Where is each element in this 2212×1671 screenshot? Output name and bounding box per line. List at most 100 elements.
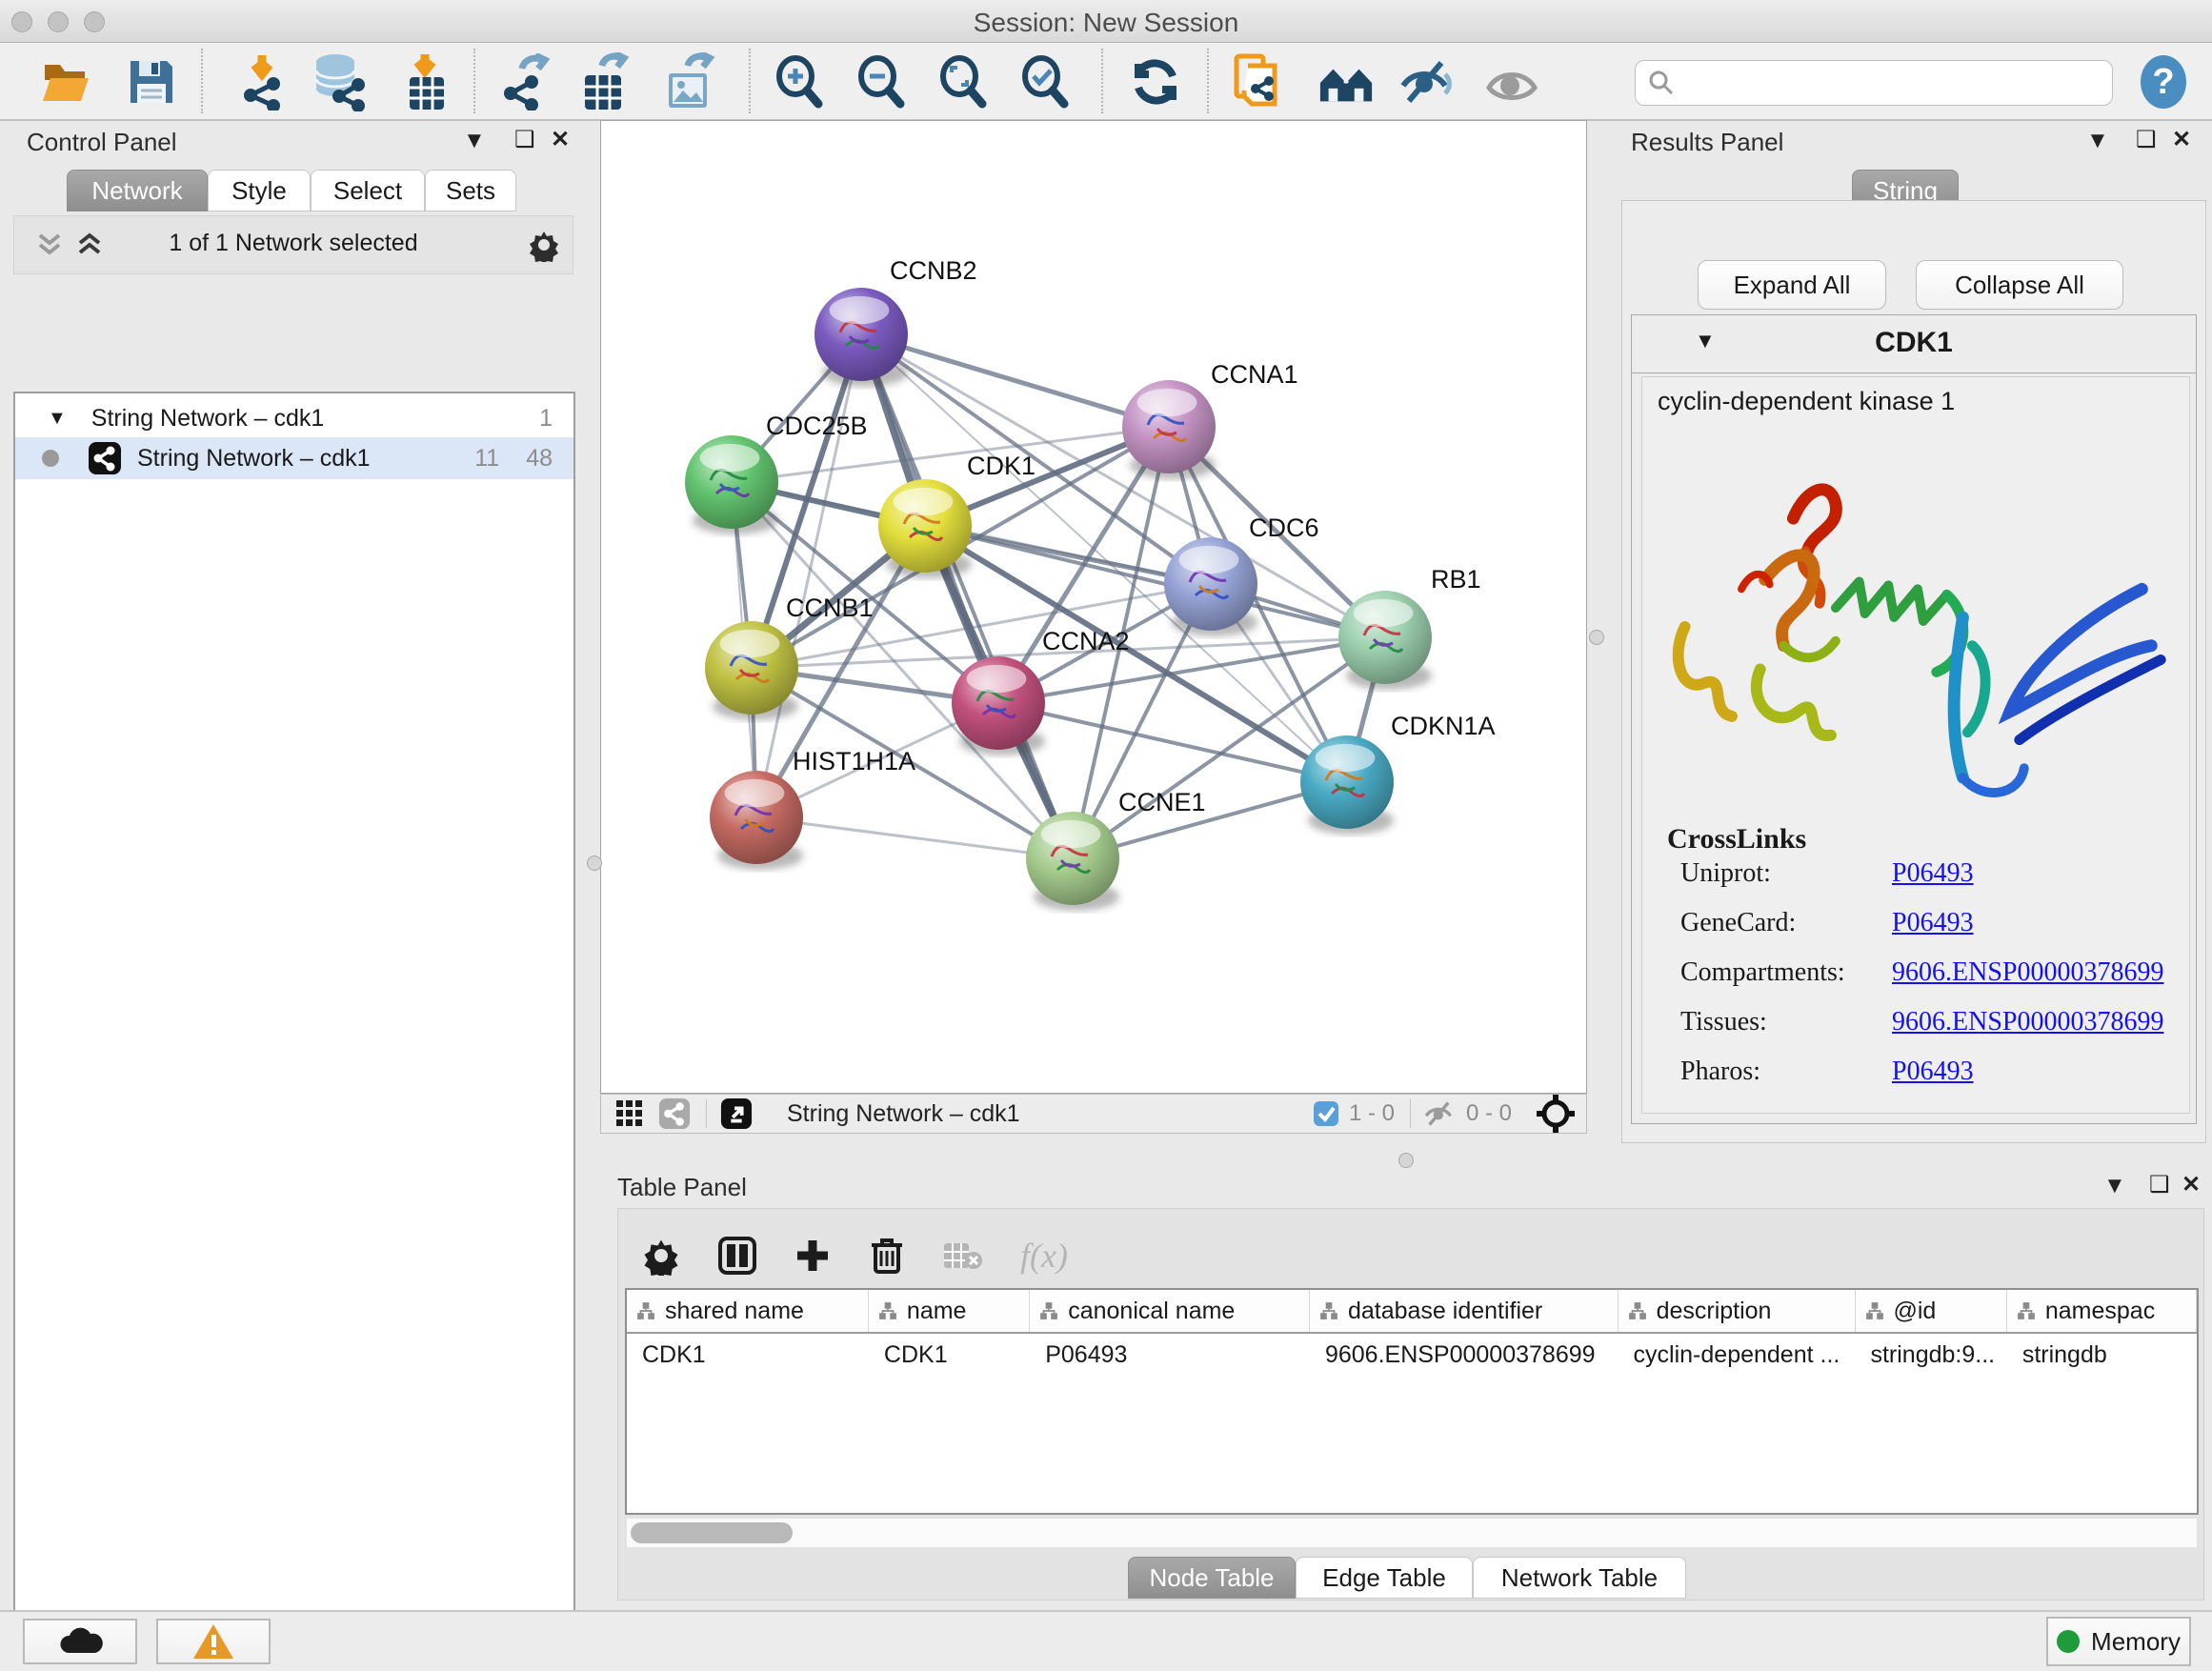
tab-style[interactable]: Style [208, 170, 311, 211]
network-node[interactable]: CDK1 [878, 452, 1036, 578]
network-node[interactable]: CDKN1A [1300, 712, 1496, 835]
expand-all-button[interactable]: Expand All [1698, 260, 1886, 310]
table-hscrollbar[interactable] [627, 1519, 2197, 1547]
save-session-button[interactable] [122, 52, 181, 111]
apply-layout-button[interactable] [1126, 52, 1185, 111]
tab-network[interactable]: Network [67, 170, 208, 211]
hide-selected-button[interactable] [1397, 52, 1456, 111]
string-network-graph[interactable]: CCNB2 CCNA1 CDC25B [601, 121, 1586, 1093]
network-canvas[interactable]: CCNB2 CCNA1 CDC25B [600, 120, 1587, 1094]
selected-checkbox-icon[interactable] [1313, 1100, 1339, 1127]
column-header[interactable]: description [1619, 1290, 1856, 1332]
export-image-button[interactable] [659, 52, 718, 111]
network-overview-button[interactable] [658, 1097, 691, 1130]
network-edge[interactable] [756, 817, 1073, 858]
show-columns-icon[interactable] [717, 1236, 757, 1276]
zoom-fit-button[interactable] [934, 52, 993, 111]
results-panel-close-button[interactable]: ✕ [2172, 126, 2191, 153]
crosslink-link[interactable]: 9606.ENSP00000378699 [1892, 1007, 2163, 1037]
table-panel-close-button[interactable]: ✕ [2182, 1171, 2201, 1198]
export-table-button[interactable] [575, 52, 634, 111]
import-network-file-button[interactable] [232, 52, 292, 111]
network-node[interactable]: CCNA1 [1122, 360, 1298, 479]
crosslink-link[interactable]: P06493 [1892, 908, 1974, 937]
duplicate-network-icon [1231, 52, 1286, 111]
crosslink-link[interactable]: P06493 [1892, 858, 1974, 888]
collection-expander-icon[interactable]: ▼ [48, 408, 67, 430]
birds-eye-grid-button[interactable] [614, 1098, 645, 1129]
duplicate-network-button[interactable] [1229, 52, 1288, 111]
save-floppy-icon [127, 57, 176, 107]
footer-separator [1410, 1099, 1411, 1128]
show-hidden-button[interactable] [1482, 52, 1541, 111]
column-type-icon [1865, 1301, 1884, 1320]
network-node[interactable]: HIST1H1A [710, 747, 915, 870]
bottom-splitter-handle[interactable] [1398, 1153, 1414, 1168]
column-header[interactable]: shared name [627, 1290, 869, 1332]
import-network-database-button[interactable] [311, 52, 370, 111]
center-view-crosshair-icon[interactable] [1535, 1093, 1577, 1135]
right-splitter-handle[interactable] [1589, 630, 1604, 645]
title-bar: Session: New Session [0, 0, 2212, 43]
tab-edge-table[interactable]: Edge Table [1296, 1557, 1473, 1599]
results-panel-float-button[interactable]: ❑ [2136, 126, 2157, 153]
table-settings-gear-icon[interactable] [641, 1236, 681, 1276]
hidden-eye-slash-icon[interactable] [1422, 1099, 1457, 1128]
column-header[interactable]: namespac [2007, 1290, 2197, 1332]
export-image-icon [661, 52, 716, 111]
crosslink-value: P06493 [1892, 1057, 1974, 1087]
control-panel-float-button[interactable]: ❑ [514, 126, 535, 153]
table-row[interactable]: CDK1CDK1P064939606.ENSP00000378699cyclin… [627, 1334, 2197, 1369]
crosslink-link[interactable]: 9606.ENSP00000378699 [1892, 957, 2163, 987]
control-panel-menu-button[interactable]: ▼ [463, 128, 486, 154]
column-header[interactable]: @id [1856, 1290, 2007, 1332]
search-input[interactable] [1676, 69, 2112, 97]
network-edge[interactable] [998, 703, 1347, 782]
network-tree: ▼ String Network – cdk1 1 String Network… [13, 392, 575, 1671]
results-panel-menu-button[interactable]: ▼ [2086, 128, 2109, 154]
network-row[interactable]: String Network – cdk1 11 48 [15, 437, 573, 479]
memory-button[interactable]: Memory [2046, 1617, 2191, 1666]
delete-column-trash-icon[interactable] [868, 1236, 906, 1276]
protein-section-header[interactable]: ▼ CDK1 [1632, 315, 2196, 373]
left-splitter-handle[interactable] [587, 856, 602, 871]
cloud-button[interactable] [23, 1619, 137, 1664]
zoom-out-button[interactable] [852, 52, 911, 111]
show-all-networks-button[interactable] [1317, 52, 1376, 111]
export-network-button[interactable] [497, 52, 556, 111]
hscrollbar-thumb[interactable] [631, 1522, 793, 1543]
table-panel-float-button[interactable]: ❑ [2149, 1171, 2170, 1198]
network-options-gear-icon[interactable] [527, 228, 561, 262]
network-node[interactable]: RB1 [1338, 565, 1481, 690]
warnings-button[interactable] [156, 1619, 271, 1664]
collection-count: 1 [539, 405, 553, 433]
tab-sets[interactable]: Sets [425, 170, 516, 211]
column-header[interactable]: name [869, 1290, 1030, 1332]
open-session-button[interactable] [36, 52, 95, 111]
network-collection-row[interactable]: ▼ String Network – cdk1 1 [15, 399, 573, 437]
network-node[interactable]: CCNB2 [814, 256, 977, 387]
memory-label: Memory [2091, 1627, 2181, 1657]
control-panel-close-button[interactable]: ✕ [551, 126, 570, 153]
tab-select[interactable]: Select [311, 170, 425, 211]
crosslink-link[interactable]: P06493 [1892, 1057, 1974, 1086]
column-type-icon [636, 1301, 655, 1320]
network-node[interactable]: CDC6 [1164, 513, 1319, 636]
houses-icon [1317, 58, 1376, 106]
import-table-button[interactable] [395, 52, 454, 111]
tab-network-table[interactable]: Network Table [1473, 1557, 1686, 1599]
table-panel-menu-button[interactable]: ▼ [2103, 1173, 2126, 1199]
detach-view-button[interactable] [720, 1097, 753, 1130]
column-header[interactable]: database identifier [1310, 1290, 1619, 1332]
tab-node-table[interactable]: Node Table [1128, 1557, 1296, 1599]
table-header-row: shared namenamecanonical namedatabase id… [627, 1290, 2197, 1334]
collapse-all-button[interactable]: Collapse All [1916, 260, 2123, 310]
zoom-selected-button[interactable] [1016, 52, 1075, 111]
add-column-icon[interactable] [794, 1237, 832, 1275]
column-header[interactable]: canonical name [1030, 1290, 1310, 1332]
network-edge[interactable] [861, 334, 1169, 427]
zoom-in-button[interactable] [770, 52, 829, 111]
crosslinks-title: CrossLinks [1667, 823, 1806, 856]
table-cell: P06493 [1030, 1334, 1310, 1369]
help-button[interactable]: ? [2134, 52, 2193, 111]
